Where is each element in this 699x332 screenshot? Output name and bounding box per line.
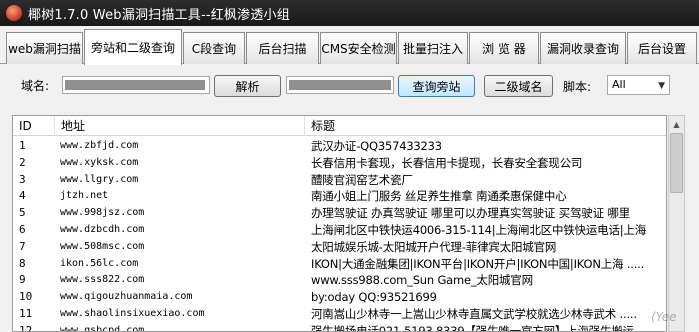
row-id: 12 [19,323,33,332]
row-id: 9 [19,273,26,287]
tab-settings[interactable]: 后台设置 [627,32,697,64]
row-address: www.llgry.com [60,173,139,185]
table-row[interactable]: 2 www.xyksk.com 长春信用卡套现，长春信用卡提现，长春安全套现公司 [13,155,666,172]
table-header: ID 地址 标题 [13,116,666,136]
parse-button[interactable]: 解析 [214,75,281,97]
script-select-value: All [612,78,626,91]
query-sidesite-button[interactable]: 查询旁站 [398,75,475,97]
script-label: 脚本: [563,80,592,94]
row-title: www.sss988.com_Sun Game_太阳城官网 [311,273,533,288]
table-row[interactable]: 10 www.qigouzhuanmaia.com by:oday QQ:935… [13,289,666,306]
row-id: 4 [19,189,26,203]
row-title: 办理驾驶证 办真驾驶证 哪里可以办理真实驾驶证 买驾驶证 哪里 [311,206,630,221]
table-row[interactable]: 3 www.llgry.com 醴陵官润窑艺术瓷厂 [13,172,666,189]
redacted-text [289,80,391,90]
table-row[interactable]: 7 www.508msc.com 太阳城娱乐城-太阳城开户代理-菲律宾太阳城官网 [13,239,666,256]
row-title: by:oday QQ:93521699 [311,290,437,305]
tab-browser[interactable]: 浏 览 器 [469,32,539,64]
table-row[interactable]: 1 www.zbfjd.com 武汉办证-QQ357433233 [13,138,666,155]
row-id: 3 [19,172,26,186]
row-address: www.sss822.com [60,274,145,286]
table-row[interactable]: 4 jtzh.net 南通小姐上门服务 丝足养生推拿 南通柔惠保健中心 [13,188,666,205]
row-id: 6 [19,223,26,236]
row-id: 8 [19,256,26,270]
scrollbar-thumb[interactable] [670,133,683,193]
row-address: www.qigouzhuanmaia.com [60,291,193,303]
row-id: 10 [19,290,33,304]
row-title: IKON|大通金融集团|IKON平台|IKON开户|IKON中国|IKON上海 … [311,256,645,271]
chevron-down-icon: ▼ [658,81,665,91]
results-table[interactable]: ID 地址 标题 1 www.zbfjd.com 武汉办证-QQ35743323… [12,115,667,332]
tab-vuln-db[interactable]: 漏洞收录查询 [540,32,626,64]
tab-c-segment[interactable]: C段查询 [183,32,245,64]
vertical-scrollbar[interactable]: ▲ [668,115,685,332]
row-address: ikon.56lc.com [60,257,139,269]
row-id: 7 [19,239,26,253]
row-title: 强生搬场电话021-5193.8339【强生唯一官方网】上海强生搬运 ..... [311,323,655,332]
row-address: www.zbfjd.com [60,140,139,151]
tab-web-scan[interactable]: web漏洞扫描 [6,32,83,64]
row-title: 武汉办证-QQ357433233 [311,139,442,153]
column-header-address[interactable]: 地址 [55,116,305,136]
tab-bar: web漏洞扫描 旁站和二级查询 C段查询 后台扫描 CMS安全检测 批量扫注入 … [0,26,699,65]
table-row[interactable]: 6 www.dzbcdh.com 上海闸北区中铁快运4006-315-114|上… [13,222,666,239]
row-id: 2 [19,155,26,169]
domain-label: 域名: [21,79,50,93]
watermark-text: (Yee [651,310,677,324]
tab-admin-scan[interactable]: 后台扫描 [246,32,319,64]
subdomain-button[interactable]: 二级域名 [484,75,553,97]
scroll-up-icon[interactable]: ▲ [669,116,684,132]
tab-cms-check[interactable]: CMS安全检测 [320,32,397,64]
table-row[interactable]: 9 www.sss822.com www.sss988.com_Sun Game… [13,272,666,289]
tab-batch-injection[interactable]: 批量扫注入 [398,32,468,64]
window-title: 椰树1.7.0 Web漏洞扫描工具--红枫渗透小组 [28,7,290,23]
row-title: 醴陵官润窑艺术瓷厂 [311,172,413,187]
row-id: 5 [19,206,26,220]
column-header-id[interactable]: ID [13,116,55,136]
row-address: www.qsbcpd.com [60,324,145,332]
tab-sidesite-subdomain[interactable]: 旁站和二级查询 [84,29,182,65]
title-bar: 椰树1.7.0 Web漏洞扫描工具--红枫渗透小组 [0,0,699,26]
app-icon [6,5,22,21]
script-select[interactable]: All ▼ [607,75,670,95]
row-id: 1 [19,139,26,152]
row-title: 南通小姐上门服务 丝足养生推拿 南通柔惠保健中心 [311,189,567,204]
row-title: 上海闸北区中铁快运4006-315-114|上海闸北区中铁快运电话|上海 [311,223,647,237]
table-row[interactable]: 12 www.qsbcpd.com 强生搬场电话021-5193.8339【强生… [13,316,666,332]
table-row[interactable]: 8 ikon.56lc.com IKON|大通金融集团|IKON平台|IKON开… [13,256,666,273]
row-address: www.xyksk.com [60,156,139,168]
domain-input[interactable] [62,76,210,94]
redacted-text [65,80,205,90]
row-address: jtzh.net [60,190,109,202]
table-row[interactable]: 5 www.998jsz.com 办理驾驶证 办真驾驶证 哪里可以办理真实驾驶证… [13,205,666,222]
row-address: www.998jsz.com [60,207,145,219]
column-header-title[interactable]: 标题 [305,116,666,136]
row-address: www.dzbcdh.com [60,224,145,235]
ip-field[interactable] [286,76,394,94]
row-title: 长春信用卡套现，长春信用卡提现，长春安全套现公司 [311,155,583,170]
row-title: 太阳城娱乐城-太阳城开户代理-菲律宾太阳城官网 [311,239,557,254]
row-address: www.508msc.com [60,240,145,252]
